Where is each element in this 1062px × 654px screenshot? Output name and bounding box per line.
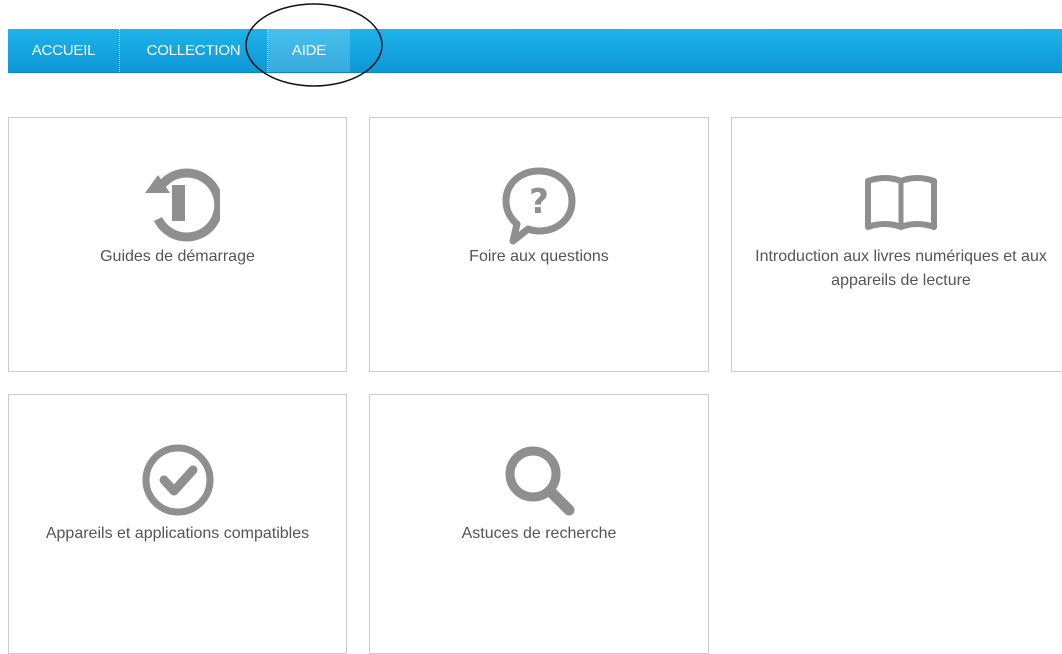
card-guides-demarrage[interactable]: Guides de démarrage xyxy=(8,117,347,372)
card-label: Guides de démarrage xyxy=(100,248,255,265)
card-label: Astuces de recherche xyxy=(461,525,617,542)
card-label: Appareils et applications compatibles xyxy=(45,525,310,542)
card-astuces-recherche[interactable]: Astuces de recherche xyxy=(369,394,709,654)
check-circle-icon xyxy=(136,438,220,522)
search-icon xyxy=(497,438,581,522)
card-label: Foire aux questions xyxy=(469,248,609,265)
main-navigation-bar: ACCUEIL COLLECTION AIDE xyxy=(8,29,1062,73)
card-label: Introduction aux livres numériques et au… xyxy=(755,248,1047,289)
history-icon xyxy=(136,161,220,245)
nav-item-collection[interactable]: COLLECTION xyxy=(120,29,268,72)
nav-item-aide[interactable]: AIDE xyxy=(268,29,350,72)
nav-item-accueil[interactable]: ACCUEIL xyxy=(8,29,120,72)
card-appareils-applications[interactable]: Appareils et applications compatibles xyxy=(8,394,347,654)
open-book-icon xyxy=(859,161,943,245)
question-bubble-icon: ? xyxy=(497,161,581,245)
svg-text:?: ? xyxy=(529,182,549,222)
card-introduction-livres-numeriques[interactable]: Introduction aux livres numériques et au… xyxy=(731,117,1062,372)
card-foire-aux-questions[interactable]: ? Foire aux questions xyxy=(369,117,709,372)
